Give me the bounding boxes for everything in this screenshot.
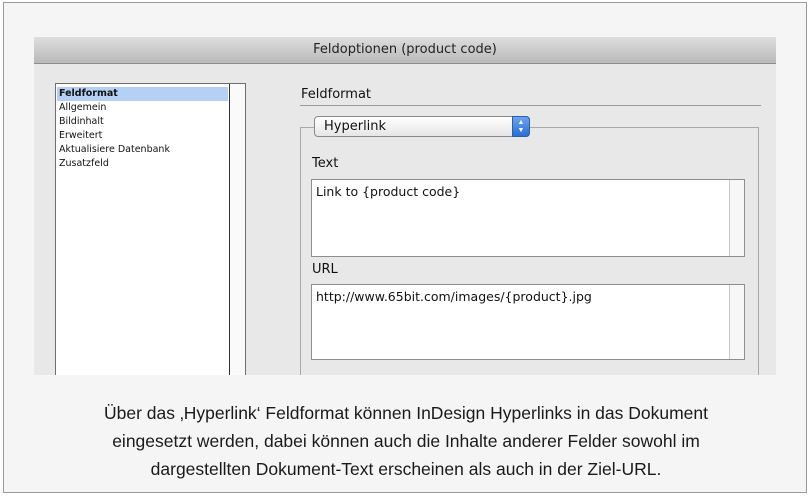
dialog-title: Feldoptionen (product code) [313,42,497,57]
dialog-titlebar: Feldoptionen (product code) [34,37,776,64]
caption-line-2: eingesetzt werden, dabei können auch die… [112,431,700,451]
format-select-value: Hyperlink [324,119,387,134]
format-select[interactable]: Hyperlink ▲ ▼ [314,116,530,137]
section-header: Feldformat [301,87,372,102]
field-options-dialog: Feldoptionen (product code) Feldformat A… [34,37,776,375]
up-down-arrows-icon: ▲ ▼ [512,116,530,137]
text-field-value: Link to {product code} [316,184,461,199]
list-item-bildinhalt[interactable]: Bildinhalt [57,115,228,129]
caption-line-1: Über das ‚Hyperlink‘ Feldformat können I… [103,403,709,423]
figure-caption: Über das ‚Hyperlink‘ Feldformat können I… [8,399,804,483]
section-divider [300,105,761,106]
list-item-erweitert[interactable]: Erweitert [57,129,228,143]
list-item-feldformat[interactable]: Feldformat [57,87,228,101]
text-field-label: Text [312,156,339,171]
list-item-zusatzfeld[interactable]: Zusatzfeld [57,157,228,171]
category-list[interactable]: Feldformat Allgemein Bildinhalt Erweiter… [55,83,246,375]
text-field-scrollbar[interactable] [729,180,744,256]
url-field-value: http://www.65bit.com/images/{product}.jp… [316,289,592,304]
url-field-label: URL [312,262,338,277]
url-field-scrollbar[interactable] [729,285,744,359]
text-field[interactable]: Link to {product code} [311,179,745,257]
caption-line-3: dargestellten Dokument-Text erscheinen a… [150,459,662,479]
list-item-aktualisiere-datenbank[interactable]: Aktualisiere Datenbank [57,143,228,157]
list-item-allgemein[interactable]: Allgemein [57,101,228,115]
list-scrollbar[interactable] [229,84,245,375]
url-field[interactable]: http://www.65bit.com/images/{product}.jp… [311,284,745,360]
